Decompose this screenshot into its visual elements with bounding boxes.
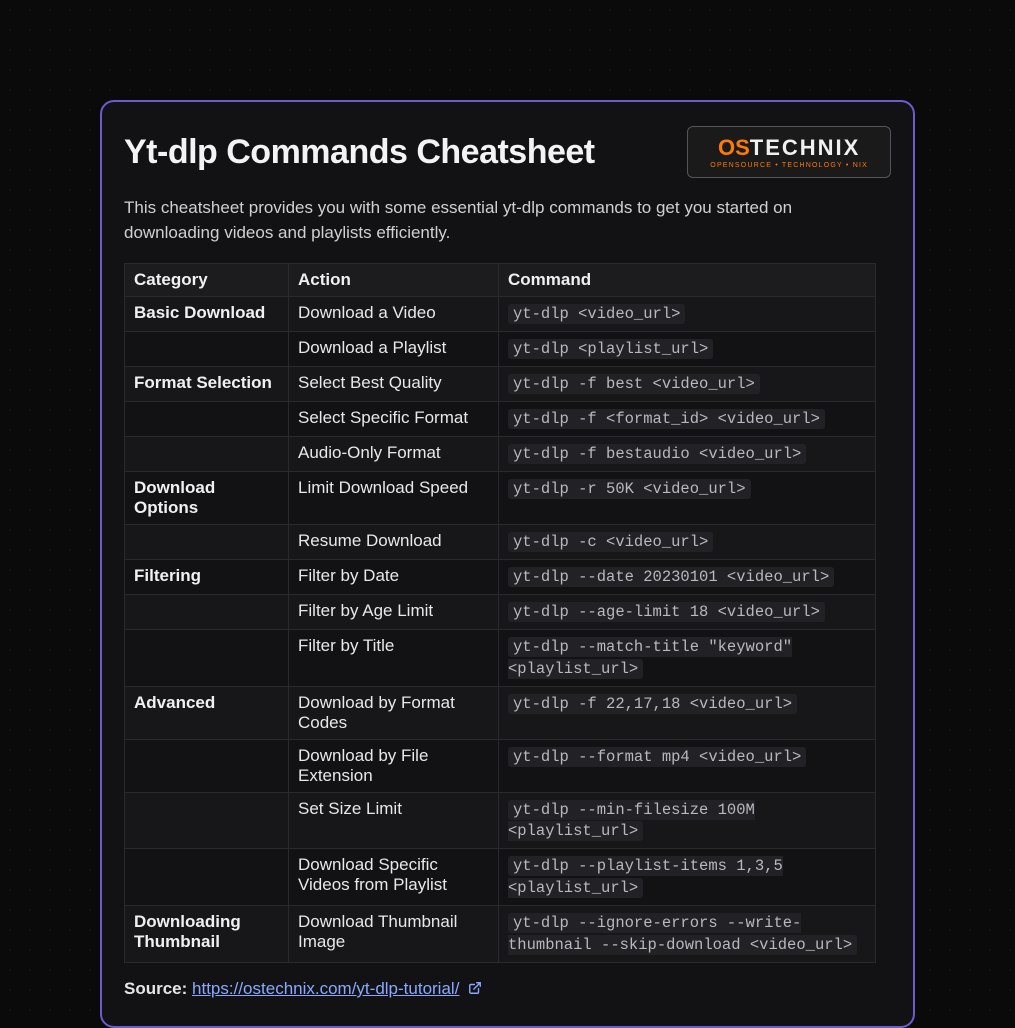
logo-main: OSTECHNIX: [710, 137, 868, 159]
cell-action: Download a Playlist: [289, 332, 499, 367]
source-label: Source:: [124, 979, 192, 998]
table-row: Download Specific Videos from Playlistyt…: [125, 849, 876, 906]
command-code: yt-dlp -f 22,17,18 <video_url>: [508, 694, 797, 714]
cell-action: Select Best Quality: [289, 367, 499, 402]
cell-action: Filter by Title: [289, 629, 499, 686]
cell-action: Download a Video: [289, 297, 499, 332]
command-code: yt-dlp --min-filesize 100M <playlist_url…: [508, 800, 755, 842]
table-row: Filter by Titleyt-dlp --match-title "key…: [125, 629, 876, 686]
table-header-row: Category Action Command: [125, 264, 876, 297]
cell-command: yt-dlp -f <format_id> <video_url>: [499, 402, 876, 437]
source-line: Source: https://ostechnix.com/yt-dlp-tut…: [124, 979, 891, 1000]
header-row: Yt-dlp Commands Cheatsheet OSTECHNIX OPE…: [124, 126, 891, 178]
cell-action: Download by Format Codes: [289, 686, 499, 739]
cell-action: Download by File Extension: [289, 739, 499, 792]
command-code: yt-dlp --match-title "keyword" <playlist…: [508, 637, 792, 679]
table-row: Downloading ThumbnailDownload Thumbnail …: [125, 906, 876, 963]
table-row: AdvancedDownload by Format Codes yt-dlp -…: [125, 686, 876, 739]
source-link[interactable]: https://ostechnix.com/yt-dlp-tutorial/: [192, 979, 459, 998]
cell-action: Download Specific Videos from Playlist: [289, 849, 499, 906]
cell-action: Select Specific Format: [289, 402, 499, 437]
col-action: Action: [289, 264, 499, 297]
cell-category: Filtering: [125, 559, 289, 594]
cell-command: yt-dlp --date 20230101 <video_url>: [499, 559, 876, 594]
table-row: Filter by Age Limit yt-dlp --age-limit 18…: [125, 594, 876, 629]
cell-command: yt-dlp -f best <video_url>: [499, 367, 876, 402]
command-code: yt-dlp --ignore-errors --write-thumbnail…: [508, 913, 857, 955]
table-row: FilteringFilter by Date yt-dlp --date 202…: [125, 559, 876, 594]
cell-command: yt-dlp --format mp4 <video_url>: [499, 739, 876, 792]
cell-category: [125, 629, 289, 686]
logo-tagline: OPENSOURCE • TECHNOLOGY • NIX: [710, 162, 868, 169]
commands-table: Category Action Command Basic DownloadDo…: [124, 263, 876, 963]
table-row: Audio-Only Format yt-dlp -f bestaudio <vi…: [125, 436, 876, 471]
col-category: Category: [125, 264, 289, 297]
cell-category: Downloading Thumbnail: [125, 906, 289, 963]
cell-action: Filter by Age Limit: [289, 594, 499, 629]
cell-command: yt-dlp --min-filesize 100M <playlist_url…: [499, 792, 876, 849]
cell-action: Download Thumbnail Image: [289, 906, 499, 963]
col-command: Command: [499, 264, 876, 297]
cell-category: Format Selection: [125, 367, 289, 402]
command-code: yt-dlp <playlist_url>: [508, 339, 713, 359]
cell-category: [125, 524, 289, 559]
cell-category: Download Options: [125, 471, 289, 524]
cell-command: yt-dlp -f bestaudio <video_url>: [499, 436, 876, 471]
cell-category: [125, 436, 289, 471]
cell-category: [125, 594, 289, 629]
ostechnix-logo: OSTECHNIX OPENSOURCE • TECHNOLOGY • NIX: [687, 126, 891, 178]
table-row: Download OptionsLimit Download Speed yt-d…: [125, 471, 876, 524]
table-row: Basic DownloadDownload a Video yt-dlp <vi…: [125, 297, 876, 332]
cell-action: Resume Download: [289, 524, 499, 559]
external-link-icon: [468, 980, 482, 1000]
cell-category: Advanced: [125, 686, 289, 739]
cell-command: yt-dlp <video_url>: [499, 297, 876, 332]
table-row: Format SelectionSelect Best Quality yt-dl…: [125, 367, 876, 402]
cell-category: [125, 402, 289, 437]
table-row: Select Specific Format yt-dlp -f <format_…: [125, 402, 876, 437]
command-code: yt-dlp <video_url>: [508, 304, 685, 324]
intro-text: This cheatsheet provides you with some e…: [124, 196, 824, 245]
table-row: Set Size Limityt-dlp --min-filesize 100M…: [125, 792, 876, 849]
command-code: yt-dlp -c <video_url>: [508, 532, 713, 552]
command-code: yt-dlp -f <format_id> <video_url>: [508, 409, 825, 429]
command-code: yt-dlp --age-limit 18 <video_url>: [508, 602, 825, 622]
table-row: Download a Playlist yt-dlp <playlist_url>: [125, 332, 876, 367]
cell-category: [125, 332, 289, 367]
command-code: yt-dlp --date 20230101 <video_url>: [508, 567, 834, 587]
command-code: yt-dlp -f bestaudio <video_url>: [508, 444, 806, 464]
table-row: Resume Download yt-dlp -c <video_url>: [125, 524, 876, 559]
command-code: yt-dlp --playlist-items 1,3,5 <playlist_…: [508, 856, 783, 898]
cell-action: Limit Download Speed: [289, 471, 499, 524]
page-title: Yt-dlp Commands Cheatsheet: [124, 133, 595, 172]
cell-command: yt-dlp --age-limit 18 <video_url>: [499, 594, 876, 629]
cheatsheet-card: Yt-dlp Commands Cheatsheet OSTECHNIX OPE…: [100, 100, 915, 1028]
cell-category: [125, 849, 289, 906]
cell-command: yt-dlp --ignore-errors --write-thumbnail…: [499, 906, 876, 963]
logo-part-os: OS: [718, 135, 750, 160]
cell-category: Basic Download: [125, 297, 289, 332]
cell-category: [125, 739, 289, 792]
cell-command: yt-dlp -c <video_url>: [499, 524, 876, 559]
command-code: yt-dlp --format mp4 <video_url>: [508, 747, 806, 767]
command-code: yt-dlp -f best <video_url>: [508, 374, 760, 394]
cell-action: Filter by Date: [289, 559, 499, 594]
cell-action: Audio-Only Format: [289, 436, 499, 471]
cell-command: yt-dlp -f 22,17,18 <video_url>: [499, 686, 876, 739]
cell-command: yt-dlp <playlist_url>: [499, 332, 876, 367]
cell-command: yt-dlp --playlist-items 1,3,5 <playlist_…: [499, 849, 876, 906]
logo-part-technix: TECHNIX: [750, 135, 861, 160]
table-row: Download by File Extension yt-dlp --forma…: [125, 739, 876, 792]
cell-category: [125, 792, 289, 849]
command-code: yt-dlp -r 50K <video_url>: [508, 479, 751, 499]
table-body: Basic DownloadDownload a Video yt-dlp <vi…: [125, 297, 876, 963]
cell-command: yt-dlp --match-title "keyword" <playlist…: [499, 629, 876, 686]
cell-action: Set Size Limit: [289, 792, 499, 849]
cell-command: yt-dlp -r 50K <video_url>: [499, 471, 876, 524]
